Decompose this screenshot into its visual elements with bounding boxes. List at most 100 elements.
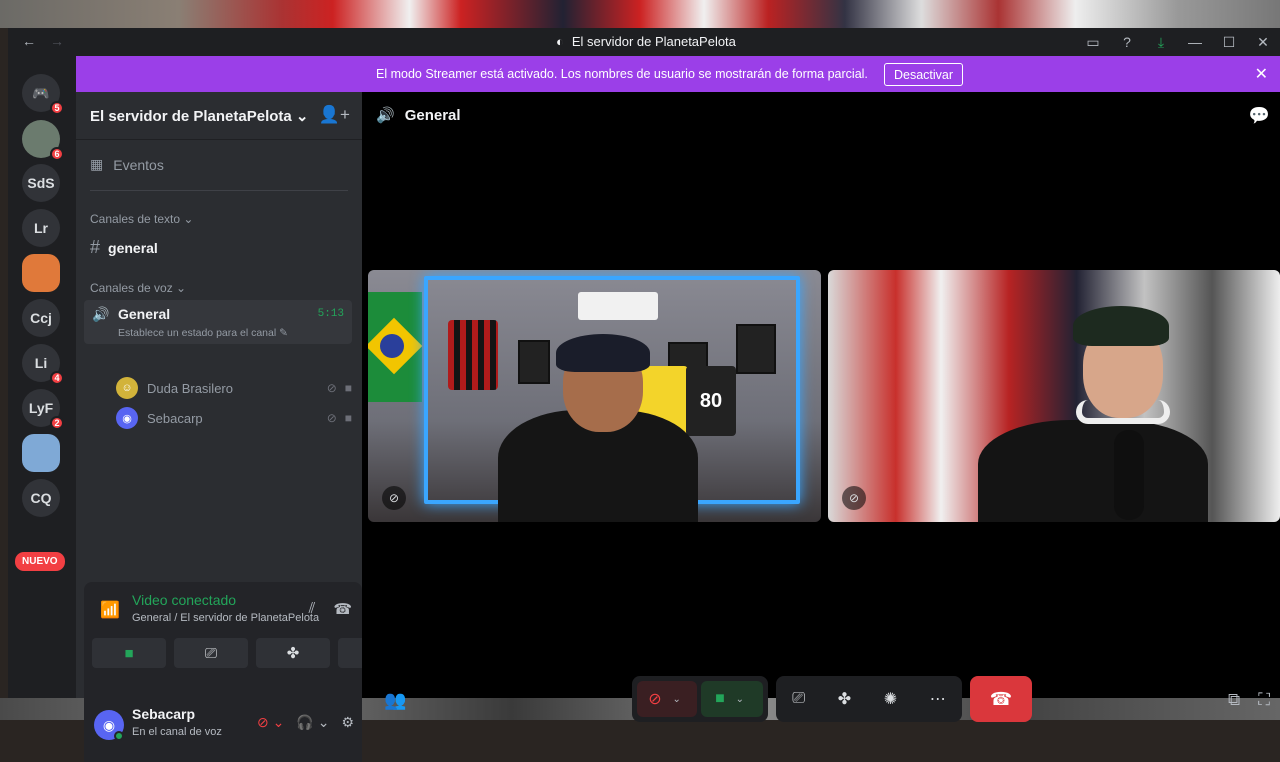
activities-button[interactable]: ✤ [256, 638, 330, 668]
discord-window: ← → ◐ El servidor de PlanetaPelota ▭ ? ⤓… [8, 28, 1280, 762]
disconnect-icon[interactable]: ☎ [333, 600, 352, 618]
deactivate-button[interactable]: Desactivar [884, 63, 964, 86]
invite-icon[interactable]: 👥 [384, 690, 406, 711]
user-controls: ⊘ ⌄ 🎧 ⌄ ⚙ [257, 714, 354, 731]
camera-button[interactable]: ■ [92, 638, 166, 668]
channel-sidebar: El servidor de PlanetaPelota ⌄ 👤+ ▦ Even… [76, 92, 412, 762]
server-label: Ccj [30, 310, 52, 326]
screen-share-icon[interactable]: ⎚ [792, 681, 805, 717]
help-icon[interactable]: ? [1110, 28, 1144, 56]
video-tile-sebacarp[interactable]: ⊘ [828, 270, 1280, 522]
badge: 5 [50, 101, 64, 115]
headphones-icon[interactable]: 🎧 ⌄ [296, 714, 329, 731]
nav-arrows: ← → [22, 33, 64, 49]
forward-arrow-icon[interactable]: → [50, 33, 64, 49]
voice-category[interactable]: Canales de voz ⌄ [90, 281, 186, 295]
pop-out-icon[interactable]: ⧉ [1228, 690, 1240, 710]
server-avatar-1[interactable]: 6 [22, 120, 64, 161]
badge: 6 [50, 147, 64, 161]
inbox-icon[interactable]: ▭ [1076, 28, 1110, 56]
new-badge[interactable]: NUEVO [15, 552, 65, 571]
voice-channel-general[interactable]: 🔊 General 5:13 Establece un estado para … [84, 300, 352, 344]
user-panel: ◉ Sebacarp En el canal de voz ⊘ ⌄ 🎧 ⌄ ⚙ [84, 698, 362, 762]
server-name-text: El servidor de PlanetaPelota [90, 108, 292, 125]
video-tile-duda[interactable]: 80 ⊘ [368, 270, 821, 522]
server-avatar-2[interactable] [22, 254, 60, 292]
jersey-80: 80 [686, 366, 736, 436]
maximize-icon[interactable]: ☐ [1212, 28, 1246, 56]
voice-actions: ⫽ ☎ [309, 600, 352, 618]
more-options-icon[interactable]: ⋯ [930, 681, 946, 717]
server-lyf[interactable]: LyF 2 [22, 389, 64, 430]
chevron-down-icon[interactable]: ⌄ [731, 681, 749, 717]
screen-share-button[interactable]: ⎚ [174, 638, 248, 668]
person-cap [556, 334, 650, 372]
invite-people-icon[interactable]: 👤+ [319, 105, 350, 125]
jersey-number: 80 [699, 389, 723, 412]
chevron-down-icon[interactable]: ⌄ [668, 681, 686, 717]
fullscreen-icon[interactable]: ⛶ [1258, 690, 1270, 710]
voice-status-title[interactable]: Video conectado [132, 592, 236, 608]
member-item[interactable]: ☺ Duda Brasilero ⊘ ■ [116, 377, 352, 399]
soundboard-icon[interactable]: ✺ [884, 681, 897, 717]
camera-toggle-button[interactable]: ■ ⌄ [701, 681, 763, 717]
divider [90, 190, 348, 191]
picture-frame [518, 340, 550, 384]
voice-category-label: Canales de voz [90, 281, 173, 295]
channel-general-text[interactable]: # general [90, 237, 158, 258]
download-icon[interactable]: ⤓ [1144, 28, 1178, 56]
server-sds[interactable]: SdS [22, 164, 60, 202]
signal-icon[interactable]: 📶 [100, 600, 120, 620]
voice-timer: 5:13 [317, 308, 344, 320]
mic-muted-icon[interactable]: ⊘ ⌄ [257, 714, 284, 731]
server-lr[interactable]: Lr [22, 209, 60, 247]
noise-suppression-icon[interactable]: ⫽ [309, 600, 316, 618]
badge: 4 [50, 371, 64, 385]
hash-icon: # [90, 237, 101, 257]
server-cq[interactable]: CQ [22, 479, 60, 517]
stage-channel-name: General [404, 106, 461, 124]
chat-bubble-icon[interactable]: 💬 [1249, 106, 1270, 126]
events-item[interactable]: ▦ Eventos [90, 156, 164, 173]
channel-status[interactable]: Establece un estado para el canal ✎ [118, 327, 288, 339]
brazil-flag [368, 292, 422, 402]
calendar-icon: ▦ [90, 156, 104, 172]
server-ccj[interactable]: Ccj [22, 299, 60, 337]
text-channel-name: general [108, 239, 158, 256]
close-icon[interactable]: ✕ [1246, 28, 1280, 56]
events-label: Eventos [113, 156, 164, 173]
text-category[interactable]: Canales de texto ⌄ [90, 212, 193, 226]
member-icons: ⊘ ■ [327, 381, 352, 395]
camera-icon: ■ [344, 381, 352, 395]
text-category-label: Canales de texto [90, 212, 181, 226]
user-status: En el canal de voz [132, 726, 222, 738]
discord-home-icon[interactable]: 🎮 5 [22, 74, 64, 115]
server-avatar-3[interactable] [22, 434, 60, 472]
back-arrow-icon[interactable]: ← [22, 33, 36, 49]
server-label: LyF [28, 400, 54, 416]
person-body [978, 420, 1208, 522]
mic-muted-icon: ⊘ [842, 486, 866, 510]
member-item[interactable]: ◉ Sebacarp ⊘ ■ [116, 407, 352, 429]
video-stage: 🔊 General 💬 80 ⊘ ⊘ 👥 ⊘ ⌄ ■ ⌄ ⎚ ✤ ✺ ⋯ ☎ ⧉… [362, 92, 1280, 722]
server-label: CQ [30, 490, 52, 506]
server-name: El servidor de PlanetaPelota ⌄ [90, 108, 309, 125]
voice-status-subtitle[interactable]: General / El servidor de PlanetaPelota [132, 612, 319, 624]
background-jerseys-top [0, 0, 1280, 28]
stage-corner-icons: ⧉ ⛶ [1228, 690, 1270, 710]
activities-icon[interactable]: ✤ [838, 681, 851, 717]
settings-gear-icon[interactable]: ⚙ [341, 714, 354, 731]
mute-button[interactable]: ⊘ ⌄ [637, 681, 697, 717]
server-label: Lr [34, 220, 48, 236]
streamer-close-icon[interactable]: ✕ [1255, 64, 1268, 84]
stage-header: 🔊 General [376, 106, 461, 125]
mic-muted-icon: ⊘ [382, 486, 406, 510]
air-conditioner [578, 292, 658, 320]
minimize-icon[interactable]: — [1178, 28, 1212, 56]
server-header[interactable]: El servidor de PlanetaPelota ⌄ 👤+ [76, 92, 362, 140]
camera-icon: ■ [715, 690, 725, 707]
server-li[interactable]: Li 4 [22, 344, 64, 385]
window-title: ◐ El servidor de PlanetaPelota [556, 34, 736, 49]
disconnect-call-button[interactable]: ☎ [970, 676, 1032, 722]
headphones [1076, 400, 1170, 424]
